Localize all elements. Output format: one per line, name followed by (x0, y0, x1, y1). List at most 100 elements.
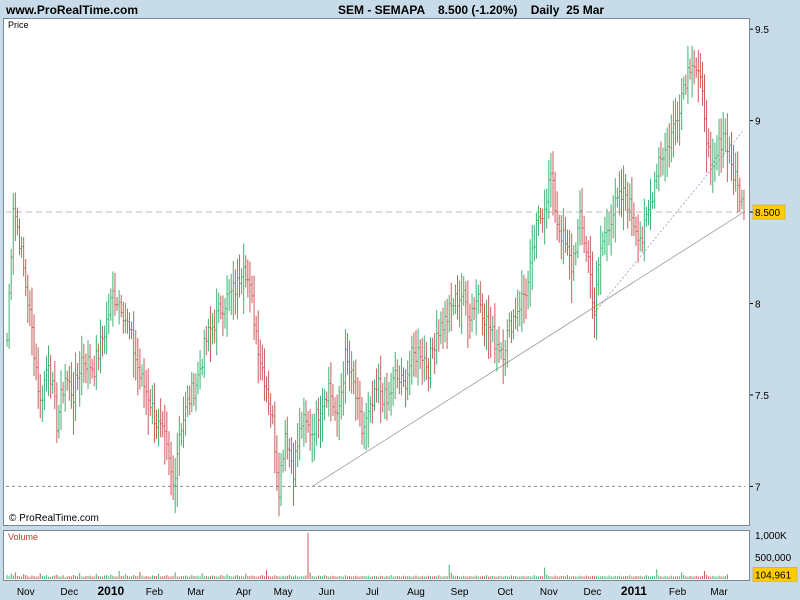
ohlc-bar (448, 294, 451, 333)
ohlc-bar (221, 295, 224, 337)
ohlc-bar (385, 372, 388, 421)
ohlc-bar (35, 343, 38, 381)
ohlc-bar (585, 235, 588, 262)
ohlc-bar (190, 371, 193, 413)
ohlc-bar (259, 339, 262, 381)
ohlc-bar (547, 160, 550, 219)
ohlc-bar (300, 411, 303, 439)
ohlc-bar (33, 314, 36, 377)
ohlc-bar (398, 365, 401, 394)
ohlc-bar (676, 101, 679, 143)
ohlc-bar (551, 151, 554, 216)
ohlc-bar (363, 411, 366, 449)
ohlc-bar (292, 442, 295, 506)
ohlc-bar (165, 411, 168, 461)
x-tick-label: Dec (60, 587, 78, 598)
ohlc-bar (564, 216, 567, 253)
ohlc-bar (491, 315, 494, 343)
ohlc-bar (670, 114, 673, 163)
ohlc-bar (99, 319, 102, 374)
ohlc-bar (39, 374, 42, 419)
ohlc-bar (518, 291, 521, 327)
ohlc-bar (128, 312, 131, 340)
ohlc-bar (172, 455, 175, 501)
ohlc-bar (78, 351, 81, 407)
x-tick-label: Nov (17, 587, 35, 598)
ohlc-bar (622, 165, 625, 231)
ohlc-bar (730, 132, 733, 181)
ohlc-bar (197, 361, 200, 395)
ohlc-bar (437, 319, 440, 352)
ohlc-bar (435, 310, 438, 365)
ohlc-bar (608, 212, 611, 246)
ohlc-bar (635, 216, 638, 246)
ohlc-bar (45, 355, 48, 392)
ohlc-bar (645, 206, 648, 228)
ohlc-bar (396, 359, 399, 389)
ohlc-bar (219, 295, 222, 320)
ohlc-bar (637, 214, 640, 263)
ohlc-bar (369, 396, 372, 423)
y-tick-label: 7 (755, 482, 761, 493)
ohlc-bar (392, 366, 395, 406)
ohlc-bar (686, 45, 689, 104)
ohlc-bar (545, 188, 548, 229)
ohlc-bar (182, 396, 185, 448)
ohlc-bar (103, 325, 106, 354)
ohlc-bar (549, 152, 552, 208)
ohlc-bar (140, 364, 143, 387)
ohlc-bar (460, 273, 463, 335)
ohlc-bar (136, 337, 139, 396)
ohlc-bar (527, 270, 530, 310)
ohlc-bar (498, 326, 501, 363)
ohlc-bar (105, 301, 108, 355)
ohlc-bar (174, 457, 177, 514)
ohlc-bar (375, 368, 378, 403)
ohlc-bar (307, 411, 310, 433)
ohlc-bar (616, 187, 619, 208)
ohlc-bar (111, 271, 114, 327)
ohlc-bar (184, 391, 187, 436)
ohlc-bar (417, 328, 420, 386)
ohlc-bar (697, 49, 700, 103)
ohlc-bar (508, 312, 511, 338)
ohlc-bar (86, 340, 89, 389)
ohlc-bar (653, 171, 656, 209)
ohlc-bar (248, 261, 251, 313)
ohlc-bar (574, 242, 577, 266)
ohlc-bar (325, 391, 328, 409)
ohlc-bar (504, 340, 507, 376)
ohlc-bar (462, 275, 465, 306)
y-tick-label: 8 (755, 300, 761, 311)
ohlc-bar (500, 341, 503, 360)
ohlc-bar (155, 409, 158, 440)
ohlc-bar (109, 288, 112, 321)
ohlc-bar (118, 290, 121, 325)
ohlc-bar (186, 385, 189, 418)
ohlc-bar (489, 306, 492, 358)
ohlc-bar (682, 76, 685, 100)
ohlc-bar (120, 294, 123, 318)
ohlc-bar (408, 350, 411, 396)
ohlc-bar (473, 297, 476, 321)
ohlc-bar (253, 275, 256, 341)
ohlc-bar (159, 398, 162, 438)
ohlc-bar (537, 205, 540, 236)
ohlc-bar (68, 365, 71, 401)
ohlc-bar (649, 178, 652, 231)
ohlc-bar (57, 404, 60, 439)
ohlc-bar (605, 208, 608, 262)
ohlc-bar (583, 215, 586, 253)
ohlc-bar (485, 299, 488, 351)
ohlc-bar (18, 218, 21, 256)
ohlc-bar (483, 303, 486, 347)
ohlc-bar (329, 362, 332, 422)
ohlc-bar (630, 176, 633, 237)
ohlc-bar (275, 435, 278, 491)
ohlc-bar (414, 330, 417, 378)
ohlc-bar (226, 275, 229, 337)
ohlc-bar (587, 240, 590, 274)
ohlc-bar (657, 147, 660, 192)
ohlc-bar (668, 123, 671, 168)
ohlc-bar (639, 221, 642, 252)
